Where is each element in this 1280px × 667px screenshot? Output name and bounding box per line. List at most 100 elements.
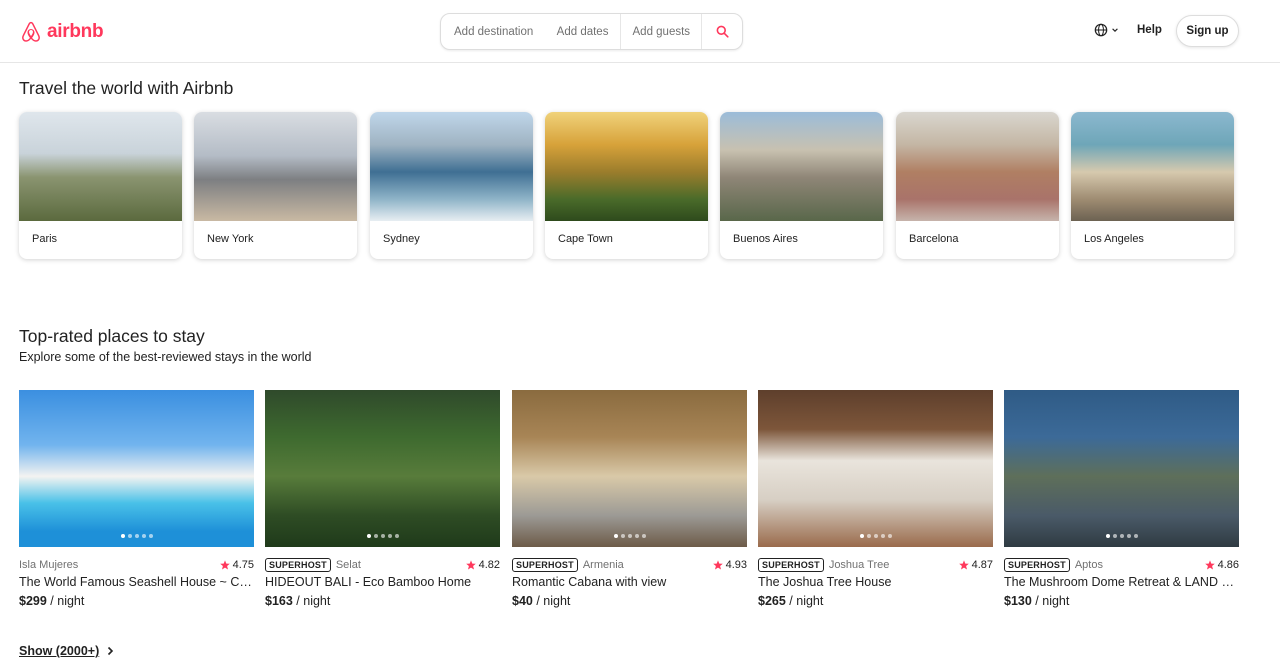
carousel-dot[interactable] (394, 534, 399, 538)
superhost-badge: SUPERHOST (758, 558, 824, 572)
city-card-barcelona[interactable]: Barcelona (896, 112, 1059, 259)
carousel-dot[interactable] (141, 534, 146, 538)
stay-title: The Joshua Tree House (758, 575, 892, 589)
carousel-dot[interactable] (620, 534, 625, 538)
airbnb-logo-icon (22, 21, 40, 42)
price-amount: $163 (265, 594, 293, 608)
stay-image (1004, 390, 1239, 547)
carousel-dot[interactable] (120, 534, 125, 538)
price-unit: / night (50, 594, 85, 608)
search-bar[interactable]: Add destination Add dates Add guests (440, 13, 743, 50)
signup-button[interactable]: Sign up (1176, 15, 1239, 47)
search-button[interactable] (702, 14, 742, 49)
carousel-dot[interactable] (1133, 534, 1138, 538)
star-icon (1204, 560, 1215, 570)
carousel-dot[interactable] (873, 534, 878, 538)
stay-price: $299 / night (19, 594, 84, 608)
city-image (1071, 112, 1234, 221)
stay-price: $130 / night (1004, 594, 1069, 608)
star-icon (958, 560, 969, 570)
carousel-dot[interactable] (387, 534, 392, 538)
search-icon (716, 25, 729, 38)
chevron-right-icon (108, 646, 114, 656)
carousel-dot[interactable] (148, 534, 153, 538)
carousel-dot[interactable] (887, 534, 892, 538)
carousel-dot[interactable] (859, 534, 864, 538)
carousel-dot[interactable] (866, 534, 871, 538)
stay-meta: SUPERHOST Armenia 4.93 (512, 557, 747, 573)
stay-meta: SUPERHOST Aptos 4.86 (1004, 557, 1239, 573)
stay-title: The World Famous Seashell House ~ Casa C… (19, 575, 254, 589)
city-name: Los Angeles (1084, 233, 1144, 245)
rating-value: 4.82 (478, 559, 500, 571)
stay-title: The Mushroom Dome Retreat & LAND of Para… (1004, 575, 1239, 589)
carousel-dot[interactable] (613, 534, 618, 538)
carousel-dot[interactable] (380, 534, 385, 538)
carousel-dot[interactable] (634, 534, 639, 538)
stay-rating: 4.75 (219, 557, 254, 573)
price-unit: / night (1035, 594, 1070, 608)
image-carousel-dots (859, 534, 892, 538)
stay-image (512, 390, 747, 547)
globe-icon (1094, 23, 1108, 37)
price-amount: $265 (758, 594, 786, 608)
destination-field[interactable]: Add destination (441, 14, 545, 49)
city-card-new-york[interactable]: New York (194, 112, 357, 259)
city-card-los-angeles[interactable]: Los Angeles (1071, 112, 1234, 259)
carousel-dot[interactable] (1112, 534, 1117, 538)
city-name: Barcelona (909, 233, 959, 245)
rating-value: 4.87 (971, 559, 993, 571)
carousel-dot[interactable] (641, 534, 646, 538)
help-link[interactable]: Help (1137, 24, 1162, 36)
image-carousel-dots (613, 534, 646, 538)
price-unit: / night (296, 594, 331, 608)
language-button[interactable] (1094, 23, 1119, 37)
superhost-badge: SUPERHOST (1004, 558, 1070, 572)
city-image (370, 112, 533, 221)
stay-meta: Isla Mujeres 4.75 (19, 557, 254, 573)
dates-field[interactable]: Add dates (545, 14, 621, 49)
price-unit: / night (536, 594, 571, 608)
image-carousel-dots (1105, 534, 1138, 538)
carousel-dot[interactable] (366, 534, 371, 538)
image-carousel-dots (120, 534, 153, 538)
stay-location: Joshua Tree (828, 559, 890, 571)
city-name: Cape Town (558, 233, 613, 245)
stay-rating: 4.86 (1204, 557, 1239, 573)
carousel-dot[interactable] (134, 534, 139, 538)
guests-field[interactable]: Add guests (620, 14, 703, 49)
rating-value: 4.86 (1217, 559, 1239, 571)
carousel-dot[interactable] (1126, 534, 1131, 538)
carousel-dot[interactable] (1105, 534, 1110, 538)
carousel-dot[interactable] (880, 534, 885, 538)
city-card-sydney[interactable]: Sydney (370, 112, 533, 259)
city-card-paris[interactable]: Paris (19, 112, 182, 259)
carousel-dot[interactable] (127, 534, 132, 538)
price-amount: $40 (512, 594, 533, 608)
chevron-down-icon (1112, 28, 1118, 32)
city-name: Paris (32, 233, 58, 245)
city-name: Buenos Aires (733, 233, 798, 245)
price-amount: $130 (1004, 594, 1032, 608)
stay-location: Selat (335, 559, 361, 571)
city-card-cape-town[interactable]: Cape Town (545, 112, 708, 259)
brand-name: airbnb (47, 21, 104, 42)
city-image (545, 112, 708, 221)
superhost-badge: SUPERHOST (265, 558, 331, 572)
show-more-link[interactable]: Show (2000+) (19, 644, 115, 658)
stay-location: Armenia (582, 559, 624, 571)
stay-image (758, 390, 993, 547)
carousel-dot[interactable] (1119, 534, 1124, 538)
stay-meta: SUPERHOST Joshua Tree 4.87 (758, 557, 993, 573)
travel-section-title: Travel the world with Airbnb (19, 78, 234, 98)
carousel-dot[interactable] (627, 534, 632, 538)
city-name: Sydney (383, 233, 420, 245)
rating-value: 4.75 (232, 559, 254, 571)
city-card-buenos-aires[interactable]: Buenos Aires (720, 112, 883, 259)
airbnb-logo[interactable]: airbnb (19, 19, 104, 45)
stay-title: HIDEOUT BALI - Eco Bamboo Home (265, 575, 472, 589)
rating-value: 4.93 (725, 559, 747, 571)
carousel-dot[interactable] (373, 534, 378, 538)
city-image (194, 112, 357, 221)
stay-rating: 4.93 (712, 557, 747, 573)
